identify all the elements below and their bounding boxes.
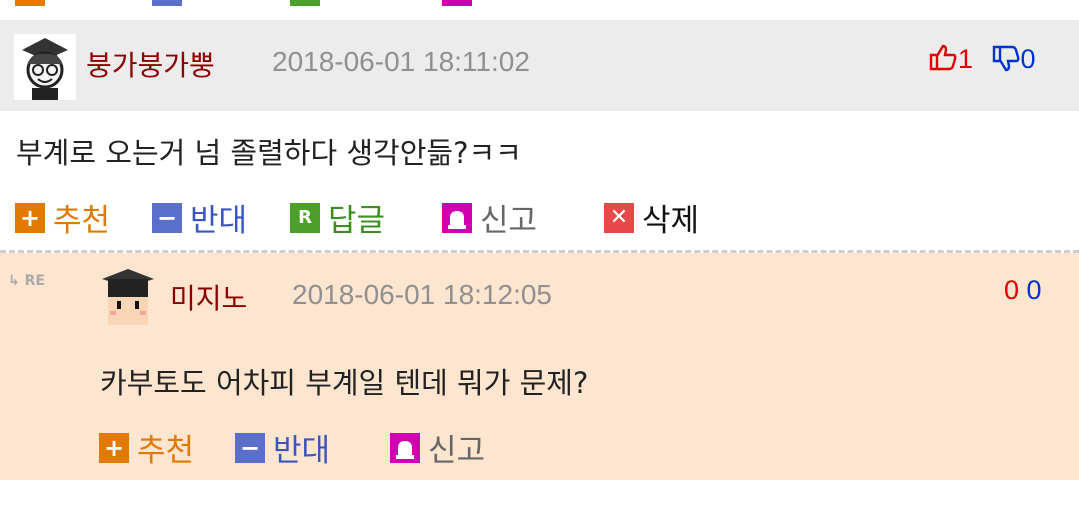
reply-user-avatar[interactable] bbox=[100, 267, 156, 327]
comment-votes: 1 0 bbox=[928, 42, 1036, 75]
up-count: 1 bbox=[958, 44, 974, 74]
reply-comment: ↳ RE 미지노 2018-06-01 18:12:05 0 0 카부토도 어차… bbox=[0, 253, 1079, 480]
reply-icon bbox=[290, 0, 320, 6]
report-label: 신고 bbox=[480, 203, 538, 239]
minus-icon: − bbox=[152, 202, 182, 233]
reply-up-count[interactable]: 0 bbox=[1004, 275, 1019, 305]
reply-report-label: 신고 bbox=[428, 433, 486, 469]
reply-report-button[interactable]: 신고 bbox=[390, 425, 485, 470]
recommend-icon bbox=[15, 0, 45, 6]
reply-re-label: RE bbox=[24, 273, 45, 289]
down-count: 0 bbox=[1020, 44, 1036, 74]
reply-oppose-label: 반대 bbox=[273, 433, 331, 469]
reply-button[interactable]: R 답글 bbox=[290, 195, 385, 240]
recommend-label: 추천 bbox=[53, 203, 111, 239]
plus-icon: + bbox=[99, 432, 129, 463]
reply-date: 2018-06-01 18:12:05 bbox=[292, 279, 552, 310]
reply-down-count[interactable]: 0 bbox=[1027, 275, 1042, 305]
reply-text: 카부토도 어차피 부계일 텐데 뭐가 문제? bbox=[100, 366, 589, 400]
comment-nickname[interactable]: 붕가붕가뿡 bbox=[86, 44, 215, 84]
previous-comment-actions-clipped bbox=[0, 0, 1079, 20]
reply-recommend-button[interactable]: + 추천 bbox=[99, 425, 194, 470]
report-icon bbox=[442, 0, 472, 6]
delete-button[interactable]: ✕ 삭제 bbox=[604, 195, 699, 240]
reply-oppose-button[interactable]: − 반대 bbox=[235, 425, 330, 470]
plus-icon: + bbox=[15, 202, 45, 233]
minus-icon: − bbox=[235, 432, 265, 463]
delete-label: 삭제 bbox=[642, 203, 700, 239]
reply-label: 답글 bbox=[328, 203, 386, 239]
reply-icon: R bbox=[290, 202, 320, 233]
oppose-icon bbox=[152, 0, 182, 6]
comment-date: 2018-06-01 18:11:02 bbox=[272, 46, 530, 77]
siren-icon bbox=[442, 202, 472, 233]
reply-votes: 0 0 bbox=[1004, 275, 1042, 306]
siren-icon bbox=[390, 432, 420, 463]
thumbs-up-icon[interactable] bbox=[928, 42, 958, 72]
reply-recommend-label: 추천 bbox=[137, 433, 195, 469]
close-icon: ✕ bbox=[604, 202, 634, 233]
user-avatar[interactable] bbox=[14, 34, 76, 100]
reply-nickname[interactable]: 미지노 bbox=[170, 277, 247, 317]
oppose-button[interactable]: − 반대 bbox=[152, 195, 247, 240]
report-button[interactable]: 신고 bbox=[442, 195, 537, 240]
thumbs-down-icon[interactable] bbox=[991, 44, 1021, 74]
oppose-label: 반대 bbox=[190, 203, 248, 239]
comment-text: 부계로 오는거 넘 졸렬하다 생각안듦?ㅋㅋ bbox=[16, 136, 522, 170]
reply-indicator: ↳ RE bbox=[8, 273, 45, 289]
comment-header: 붕가붕가뿡 2018-06-01 18:11:02 1 0 bbox=[0, 20, 1079, 111]
recommend-button[interactable]: + 추천 bbox=[15, 195, 110, 240]
